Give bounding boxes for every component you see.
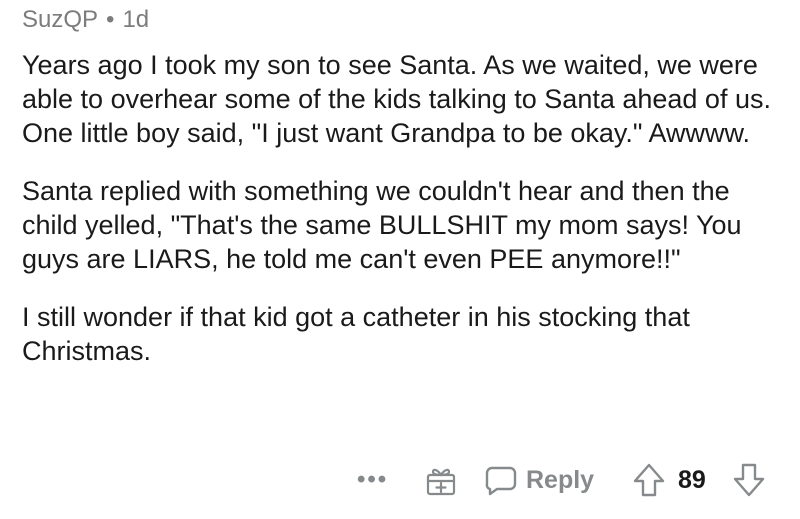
vote-score: 89: [678, 465, 706, 494]
speech-bubble-icon: [484, 463, 518, 497]
downvote-button[interactable]: [732, 460, 766, 500]
comment-paragraph: I still wonder if that kid got a cathete…: [22, 302, 690, 366]
upvote-button[interactable]: [632, 460, 666, 500]
comment-paragraph: Santa replied with something we couldn't…: [22, 176, 742, 274]
gift-icon: [424, 463, 458, 497]
meta-separator: •: [106, 6, 115, 33]
comment-age[interactable]: 1d: [122, 6, 149, 33]
upvote-arrow-icon: [632, 462, 666, 498]
reply-button[interactable]: Reply: [484, 460, 594, 500]
more-options-button[interactable]: •••: [357, 460, 388, 500]
comment-actions: ••• Reply 89: [22, 460, 782, 500]
comment-meta: SuzQP • 1d: [22, 6, 149, 34]
comment-paragraph: Years ago I took my son to see Santa. As…: [22, 50, 771, 148]
comment-body: Years ago I took my son to see Santa. As…: [22, 48, 782, 392]
reply-label: Reply: [526, 465, 595, 494]
author-name[interactable]: SuzQP: [22, 6, 98, 33]
downvote-arrow-icon: [732, 462, 766, 498]
award-button[interactable]: [424, 460, 458, 500]
